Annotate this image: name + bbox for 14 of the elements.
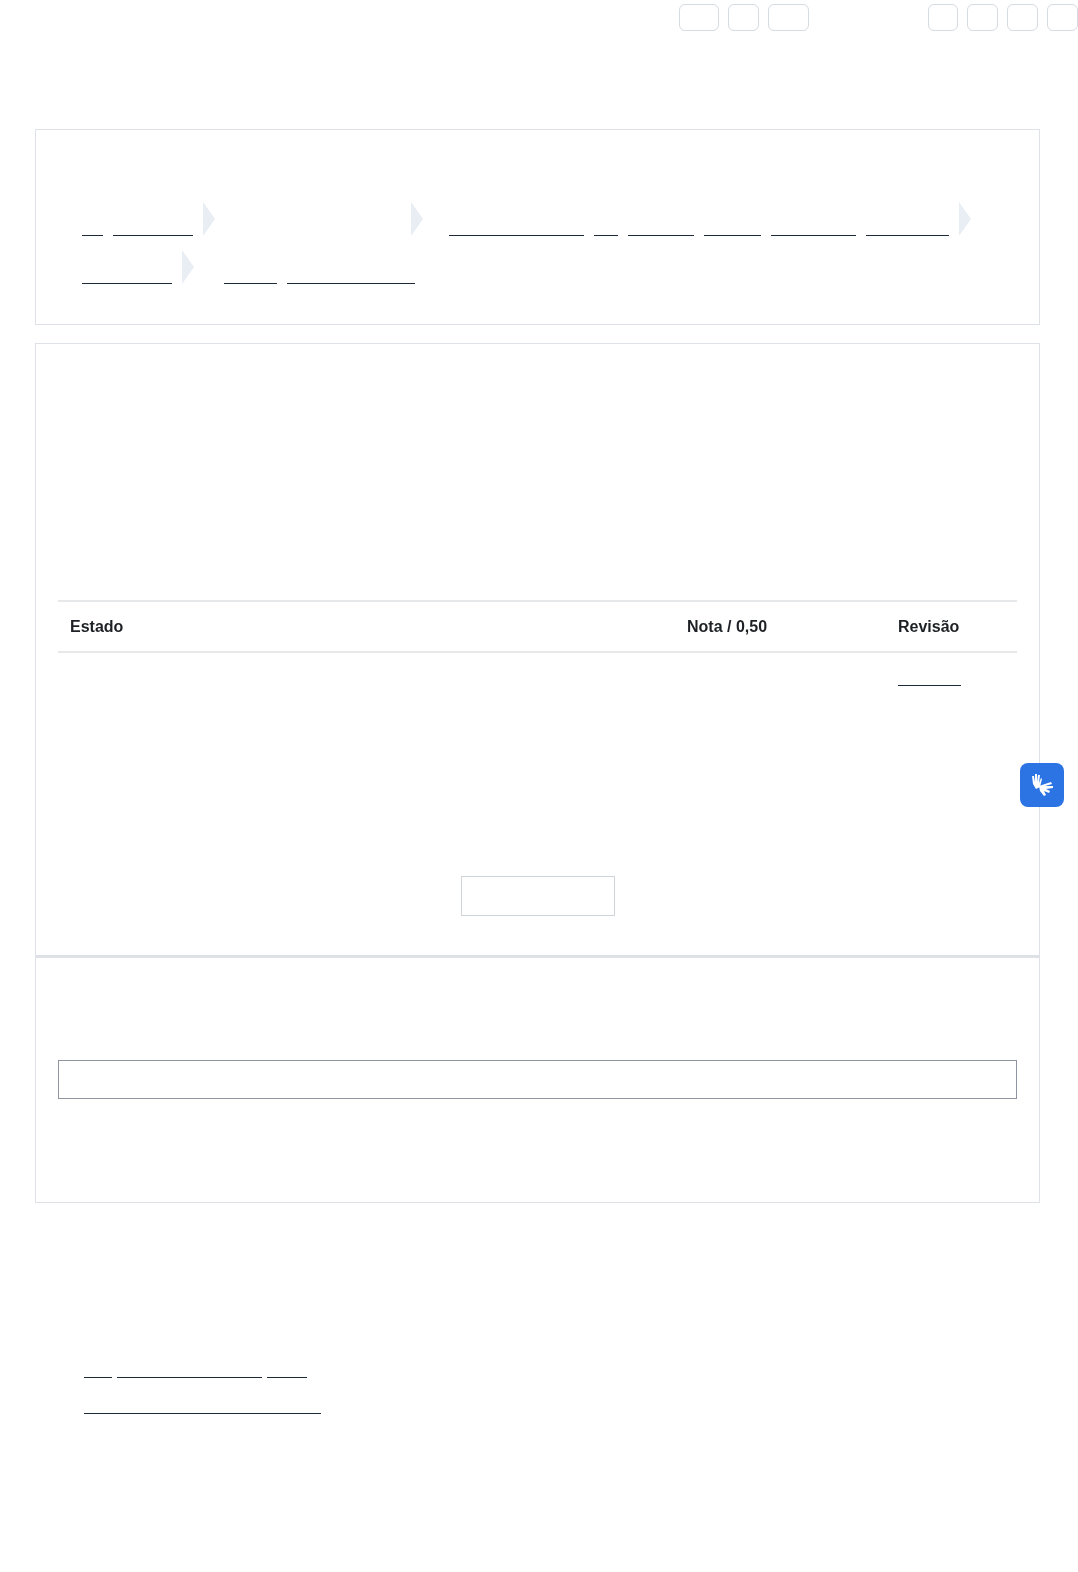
column-header: Nota / 0,50 <box>687 617 768 635</box>
toolbar-button[interactable] <box>967 4 998 31</box>
toolbar-button[interactable] <box>928 4 958 31</box>
sign-language-button[interactable] <box>1020 763 1064 807</box>
input-field[interactable] <box>58 1060 1017 1099</box>
toolbar-button[interactable] <box>1007 4 1038 31</box>
toolbar-button[interactable] <box>768 4 809 31</box>
toolbar-button[interactable] <box>679 4 719 31</box>
action-button[interactable] <box>460 876 615 916</box>
hands-icon <box>1029 772 1055 798</box>
toolbar-button[interactable] <box>728 4 759 31</box>
column-header: Estado <box>70 617 124 635</box>
toolbar-button[interactable] <box>1047 4 1078 31</box>
column-header: Revisão <box>898 617 960 635</box>
